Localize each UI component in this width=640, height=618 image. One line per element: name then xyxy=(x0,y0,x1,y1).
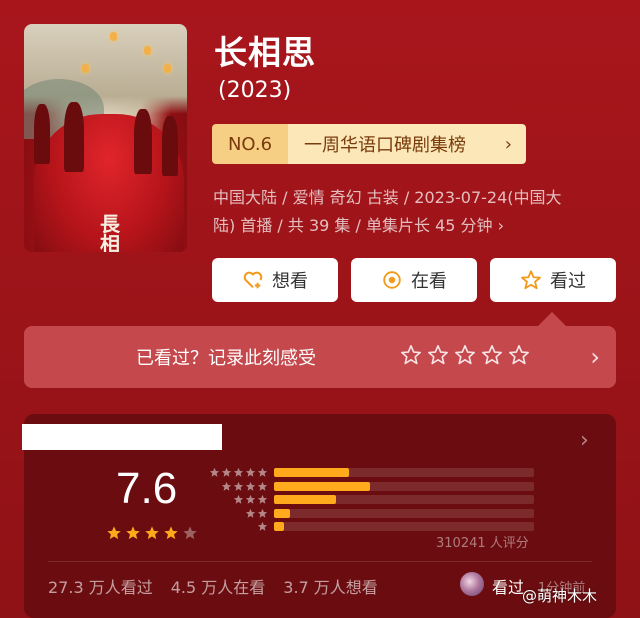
star-outline-icon[interactable] xyxy=(508,344,530,370)
star-filled-icon xyxy=(144,525,160,545)
distribution-bar xyxy=(274,481,371,491)
lantern-icon xyxy=(110,32,117,41)
distribution-star-label xyxy=(206,517,268,536)
distribution-bar xyxy=(274,468,350,477)
rank-banner[interactable]: NO.6 一周华语口碑剧集榜 › xyxy=(212,124,526,164)
record-prompt: 已看过？记录此刻感受 xyxy=(136,348,316,369)
meta-line-2: 陆) 首播 / 共 39 集 / 单集片长 45 分钟 › xyxy=(213,216,505,235)
show-year: (2023) xyxy=(218,78,292,103)
star-outline-icon[interactable] xyxy=(481,344,503,370)
star-outline-icon xyxy=(520,269,542,291)
poster-figure xyxy=(64,102,84,172)
want-label: 想看 xyxy=(272,271,308,292)
rating-count: 310241 人评分 xyxy=(436,536,529,551)
watching-label: 在看 xyxy=(411,271,447,292)
target-dot-icon xyxy=(381,269,403,291)
chevron-right-icon[interactable]: › xyxy=(580,428,589,453)
lantern-icon xyxy=(164,64,171,73)
heart-plus-icon xyxy=(242,269,264,291)
distribution-track xyxy=(274,522,534,531)
poster-calligraphy: 長相思 xyxy=(100,212,120,252)
divider xyxy=(48,561,592,562)
want-count: 3.7 万人想看 xyxy=(283,578,378,597)
action-buttons: 想看 在看 看过 xyxy=(212,258,616,302)
friend-action: 看过 xyxy=(492,578,525,597)
rating-distribution xyxy=(206,466,534,534)
avatar[interactable] xyxy=(460,572,484,596)
audience-counts: 27.3 万人看过 4.5 万人在看 3.7 万人想看 xyxy=(48,574,378,598)
distribution-track xyxy=(274,481,534,491)
rate-stars[interactable] xyxy=(400,344,530,370)
star-small-icon xyxy=(257,517,268,536)
watched-label: 看过 xyxy=(550,271,586,292)
lantern-icon xyxy=(144,46,151,55)
lantern-icon xyxy=(82,64,89,73)
distribution-track xyxy=(274,508,534,518)
chevron-right-icon: › xyxy=(590,343,600,371)
rank-list-name: 一周华语口碑剧集榜 xyxy=(304,135,466,156)
watched-count: 27.3 万人看过 xyxy=(48,578,153,597)
watermark: @萌神木木 xyxy=(522,587,598,605)
show-meta[interactable]: 中国大陆 / 爱情 奇幻 古装 / 2023-07-24(中国大 陆) 首播 /… xyxy=(213,184,613,240)
distribution-bar xyxy=(274,508,290,518)
redacted-header xyxy=(22,424,222,450)
distribution-track xyxy=(274,468,534,477)
rank-list-label: 一周华语口碑剧集榜 › xyxy=(288,124,526,164)
rank-number: NO.6 xyxy=(212,124,288,164)
star-outline-icon[interactable] xyxy=(427,344,449,370)
watching-button[interactable]: 在看 xyxy=(351,258,477,302)
watching-count: 4.5 万人在看 xyxy=(170,578,266,597)
star-filled-icon xyxy=(125,525,141,545)
rating-score: 7.6 xyxy=(116,464,178,513)
star-outline-icon[interactable] xyxy=(454,344,476,370)
star-filled-icon xyxy=(106,525,122,545)
star-filled-icon xyxy=(163,525,179,545)
record-feeling-panel[interactable]: 已看过？记录此刻感受 › xyxy=(24,326,616,388)
want-to-watch-button[interactable]: 想看 xyxy=(212,258,338,302)
panel-pointer xyxy=(538,312,566,326)
distribution-track xyxy=(274,495,534,504)
poster-figure xyxy=(134,109,152,174)
score-stars xyxy=(106,525,198,545)
distribution-bar xyxy=(274,522,285,531)
show-poster[interactable]: 長相思 xyxy=(24,24,187,252)
watched-button[interactable]: 看过 xyxy=(490,258,616,302)
poster-figure xyxy=(162,116,178,176)
star-outline-icon[interactable] xyxy=(400,344,422,370)
poster-figure xyxy=(34,104,50,164)
star-empty-icon xyxy=(182,525,198,545)
meta-line-1: 中国大陆 / 爱情 奇幻 古装 / 2023-07-24(中国大 xyxy=(213,188,562,207)
chevron-right-icon: › xyxy=(504,133,512,155)
distribution-bar xyxy=(274,495,337,504)
show-title: 长相思 xyxy=(214,33,316,72)
